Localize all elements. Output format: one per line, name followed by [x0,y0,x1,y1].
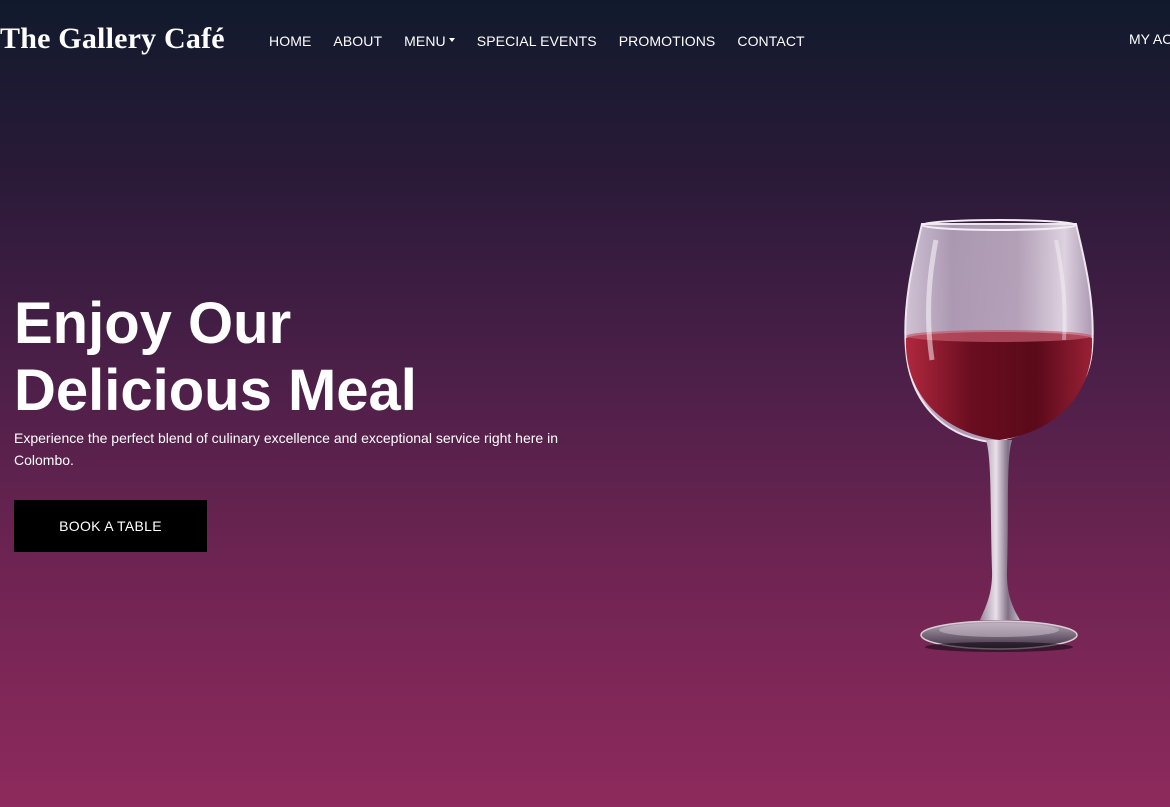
navbar: The Gallery Café HOME ABOUT MENU SPECIAL… [0,0,1170,82]
caret-down-icon [448,38,455,42]
book-table-button[interactable]: BOOK A TABLE [14,500,207,552]
nav-about-label: ABOUT [333,33,383,49]
nav-home-label: HOME [269,33,312,49]
nav-special-events-label: SPECIAL EVENTS [476,33,597,49]
wine-glass-icon [904,219,1094,652]
nav-home[interactable]: HOME [269,33,311,49]
nav-special-events[interactable]: SPECIAL EVENTS [477,33,597,49]
nav-menu-label: MENU [404,33,446,49]
nav-promotions[interactable]: PROMOTIONS [619,33,716,49]
hero-title-line1: Enjoy Our [14,291,292,356]
hero-title-line2: Delicious Meal [14,358,417,423]
brand-logo[interactable]: The Gallery Café [0,19,225,59]
nav-contact-label: CONTACT [737,33,805,49]
nav-promotions-label: PROMOTIONS [618,33,716,49]
hero-subtitle: Experience the perfect blend of culinary… [14,430,558,468]
nav-about[interactable]: ABOUT [333,33,382,49]
nav-my-account[interactable]: MY AC [1129,31,1170,47]
nav-links: HOME ABOUT MENU SPECIAL EVENTS PROMOTION… [269,31,827,51]
hero-title: Enjoy Our Delicious Meal [14,290,574,424]
nav-menu-dropdown[interactable]: MENU [404,33,455,49]
nav-contact[interactable]: CONTACT [737,33,804,49]
